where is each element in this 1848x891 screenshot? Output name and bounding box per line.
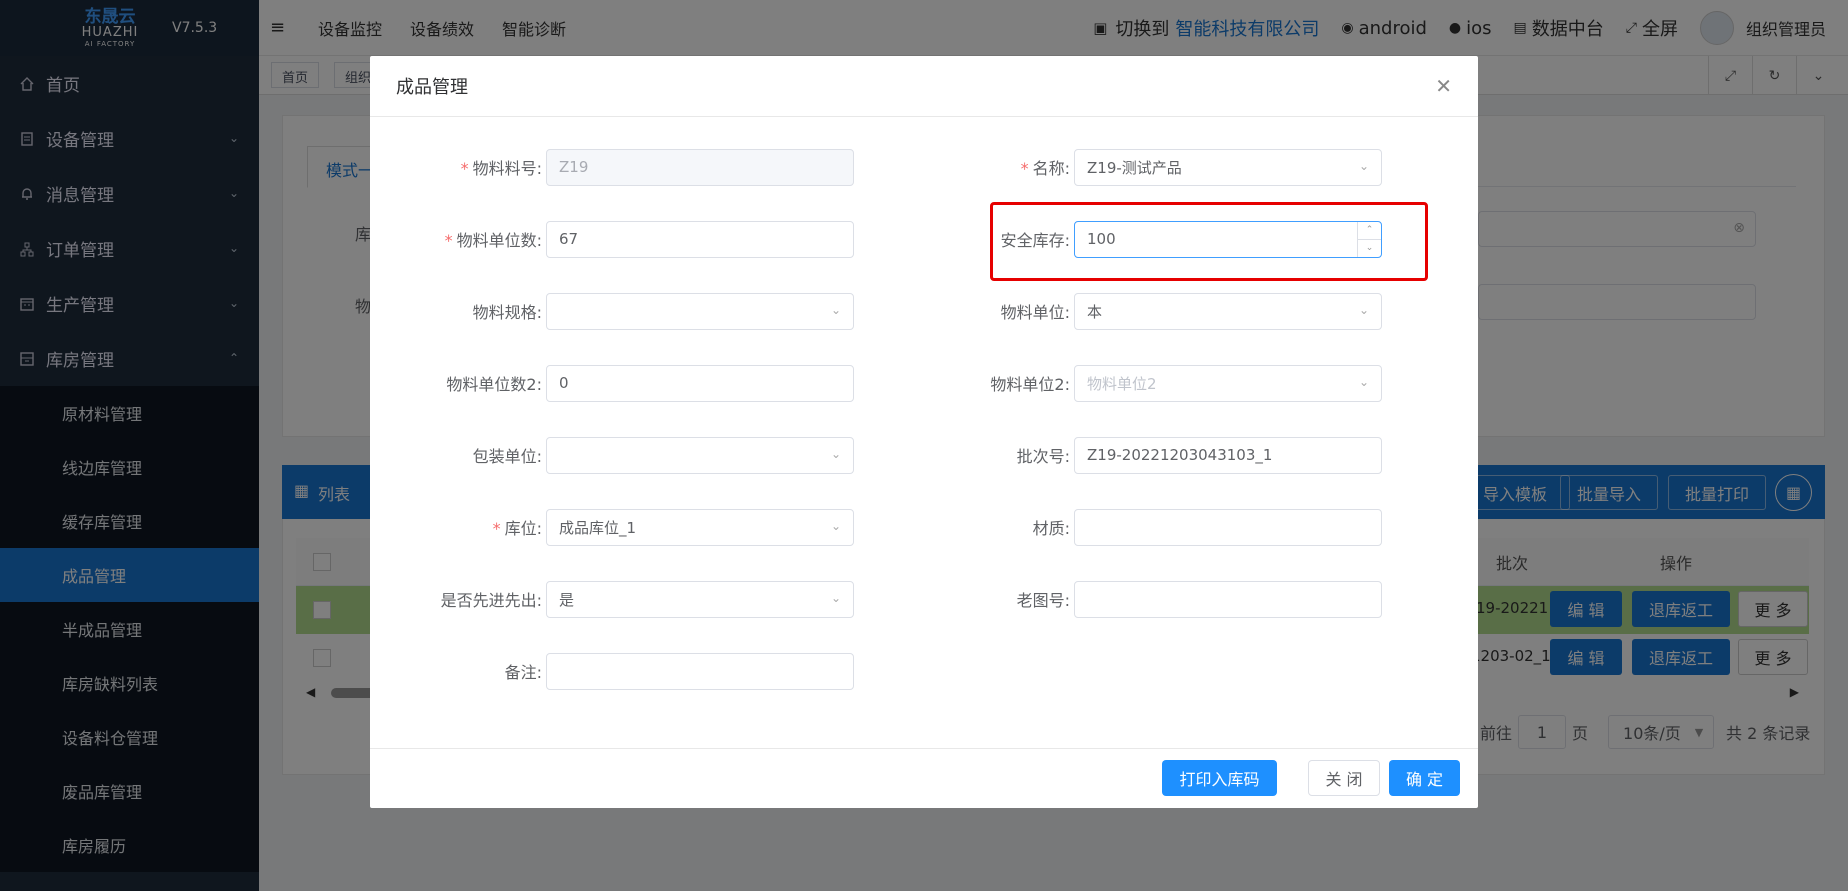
unit-count-input[interactable]: 67 bbox=[546, 220, 854, 258]
unit-value: 本 bbox=[1087, 302, 1103, 321]
pack-unit-select[interactable]: ⌄ bbox=[546, 436, 854, 474]
chevron-down-icon: ⌄ bbox=[830, 446, 841, 461]
confirm-button[interactable]: 确 定 bbox=[1389, 760, 1460, 796]
close-icon[interactable]: ✕ bbox=[1435, 76, 1452, 96]
label-text: 物料单位数: bbox=[456, 231, 542, 250]
unit2-select[interactable]: 物料单位2 ⌄ bbox=[1074, 364, 1382, 402]
chevron-down-icon: ⌄ bbox=[830, 302, 841, 317]
field-unit-count: * 物料单位数: 67 bbox=[396, 220, 854, 258]
chevron-down-icon: ⌄ bbox=[1358, 158, 1369, 173]
batch-input[interactable]: Z19-20221203043103_1 bbox=[1074, 436, 1382, 474]
spec-select[interactable]: ⌄ bbox=[546, 292, 854, 330]
field-location: * 库位: 成品库位_1 ⌄ bbox=[396, 508, 854, 546]
field-remark: 备注: bbox=[396, 652, 854, 690]
chevron-down-icon: ⌄ bbox=[1358, 302, 1369, 317]
field-spec: 物料规格: ⌄ bbox=[396, 292, 854, 330]
field-label: 材质: bbox=[1032, 519, 1070, 538]
field-old-drawing: 老图号: bbox=[924, 580, 1382, 618]
field-label: * 库位: bbox=[492, 519, 542, 538]
unit-select[interactable]: 本 ⌄ bbox=[1074, 292, 1382, 330]
field-label: 老图号: bbox=[1016, 591, 1070, 610]
code-input: Z19 bbox=[546, 148, 854, 186]
field-label: * 物料料号: bbox=[460, 159, 542, 178]
close-button[interactable]: 关 闭 bbox=[1308, 760, 1380, 796]
old-drawing-input[interactable] bbox=[1074, 580, 1382, 618]
field-name: * 名称: Z19-测试产品 ⌄ bbox=[924, 148, 1382, 186]
field-code: * 物料料号: Z19 bbox=[396, 148, 854, 186]
label-text: 库位: bbox=[504, 519, 542, 538]
field-label: * 名称: bbox=[1020, 159, 1070, 178]
location-value: 成品库位_1 bbox=[559, 518, 637, 537]
highlight-box bbox=[990, 202, 1428, 281]
field-unit: 物料单位: 本 ⌄ bbox=[924, 292, 1382, 330]
material-input[interactable] bbox=[1074, 508, 1382, 546]
field-unit2: 物料单位2: 物料单位2 ⌄ bbox=[924, 364, 1382, 402]
label-text: 物料料号: bbox=[472, 159, 542, 178]
field-label: 包装单位: bbox=[472, 447, 542, 466]
field-label: * 物料单位数: bbox=[444, 231, 542, 250]
fifo-value: 是 bbox=[559, 590, 575, 609]
fifo-select[interactable]: 是 ⌄ bbox=[546, 580, 854, 618]
label-text: 名称: bbox=[1032, 159, 1070, 178]
location-select[interactable]: 成品库位_1 ⌄ bbox=[546, 508, 854, 546]
field-label: 物料单位2: bbox=[990, 375, 1070, 394]
field-label: 备注: bbox=[504, 663, 542, 682]
field-label: 是否先进先出: bbox=[440, 591, 542, 610]
unit2-placeholder: 物料单位2 bbox=[1087, 374, 1157, 393]
name-select[interactable]: Z19-测试产品 ⌄ bbox=[1074, 148, 1382, 186]
finished-goods-dialog: 成品管理 ✕ * 物料料号: Z19 * 物料单位数: 67 物料规格: ⌄ 物料单… bbox=[370, 56, 1478, 808]
field-label: 物料单位数2: bbox=[446, 375, 542, 394]
unit-count2-input[interactable]: 0 bbox=[546, 364, 854, 402]
field-label: 批次号: bbox=[1016, 447, 1070, 466]
field-pack-unit: 包装单位: ⌄ bbox=[396, 436, 854, 474]
field-unit-count2: 物料单位数2: 0 bbox=[396, 364, 854, 402]
chevron-down-icon: ⌄ bbox=[830, 590, 841, 605]
remark-input[interactable] bbox=[546, 652, 854, 690]
dialog-header: 成品管理 ✕ bbox=[370, 56, 1478, 117]
field-fifo: 是否先进先出: 是 ⌄ bbox=[396, 580, 854, 618]
name-value: Z19-测试产品 bbox=[1087, 158, 1182, 177]
chevron-down-icon: ⌄ bbox=[1358, 374, 1369, 389]
field-material: 材质: bbox=[924, 508, 1382, 546]
field-label: 物料单位: bbox=[1000, 303, 1070, 322]
dialog-title: 成品管理 bbox=[396, 77, 468, 98]
field-label: 物料规格: bbox=[472, 303, 542, 322]
chevron-down-icon: ⌄ bbox=[830, 518, 841, 533]
field-batch: 批次号: Z19-20221203043103_1 bbox=[924, 436, 1382, 474]
print-barcode-button[interactable]: 打印入库码 bbox=[1162, 760, 1277, 796]
